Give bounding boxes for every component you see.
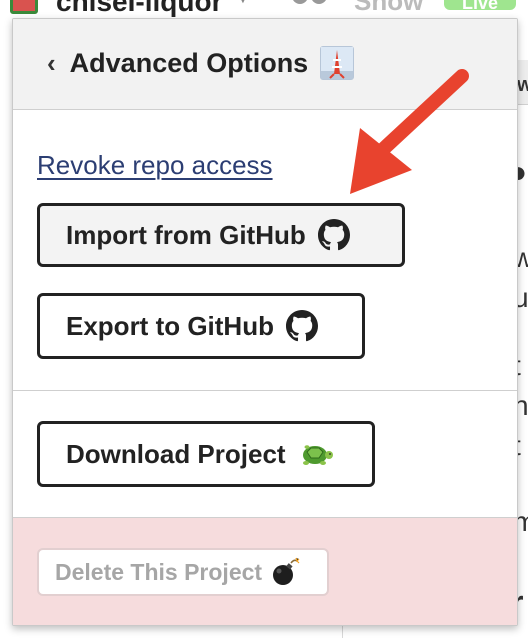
download-project-button[interactable]: Download Project bbox=[37, 421, 375, 487]
import-from-github-button[interactable]: Import from GitHub bbox=[37, 203, 405, 267]
avatar bbox=[292, 0, 308, 4]
delete-project-button[interactable]: Delete This Project bbox=[37, 548, 329, 596]
popover-title: Advanced Options bbox=[69, 47, 309, 78]
import-button-label: Import from GitHub bbox=[66, 219, 306, 250]
github-icon bbox=[317, 219, 350, 251]
turtle-icon bbox=[298, 438, 334, 470]
chevron-left-icon[interactable]: ‹ bbox=[47, 50, 56, 76]
delete-button-label: Delete This Project bbox=[55, 558, 263, 585]
app-page: chiseI-liquor ▼ Show Live w ● w u t n t … bbox=[0, 0, 528, 638]
bomb-icon bbox=[270, 557, 300, 587]
export-to-github-button[interactable]: Export to GitHub bbox=[37, 293, 365, 359]
danger-section: Delete This Project bbox=[13, 518, 517, 625]
chevron-down-icon[interactable]: ▼ bbox=[236, 0, 250, 6]
avatar bbox=[311, 0, 327, 4]
revoke-repo-access-link[interactable]: Revoke repo access bbox=[37, 150, 273, 181]
show-button[interactable]: Show bbox=[354, 0, 423, 17]
red-arrow-annotation bbox=[350, 69, 469, 194]
download-section: Download Project bbox=[13, 391, 517, 518]
tab-fragment: w bbox=[517, 74, 528, 96]
project-name[interactable]: chiseI-liquor bbox=[56, 0, 222, 18]
collaborators-avatars[interactable] bbox=[292, 0, 330, 9]
download-button-label: Download Project bbox=[66, 438, 286, 469]
github-icon bbox=[285, 310, 318, 342]
project-avatar[interactable] bbox=[10, 0, 38, 14]
top-bar: chiseI-liquor ▼ Show Live bbox=[0, 0, 528, 18]
export-button-label: Export to GitHub bbox=[66, 310, 274, 341]
live-badge[interactable]: Live bbox=[444, 0, 516, 13]
back-button[interactable]: ‹ Advanced Options bbox=[47, 45, 355, 81]
